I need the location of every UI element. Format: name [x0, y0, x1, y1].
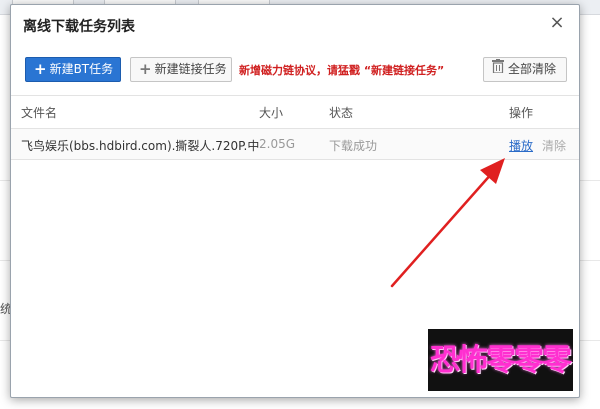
dialog-toolbar: + 新建BT任务 + 新建链接任务 新增磁力链协议，请猛戳 “新建链接任务” 全部清… [11, 57, 579, 89]
plus-icon: + [34, 60, 47, 78]
new-bt-task-button[interactable]: + 新建BT任务 [25, 57, 121, 82]
close-button[interactable]: × [549, 12, 565, 33]
watermark-text: 恐怖零零零 [430, 343, 572, 378]
row-status: 下载成功 [329, 139, 378, 153]
play-link[interactable]: 播放 [509, 137, 533, 154]
plus-icon: + [139, 60, 152, 78]
toolbar-divider [11, 95, 579, 96]
trash-icon [492, 58, 504, 81]
column-header-action: 操作 [509, 106, 534, 120]
clear-all-label: 全部清除 [508, 62, 557, 76]
close-icon: × [549, 12, 565, 33]
row-size: 2.05G [259, 137, 296, 151]
table-row: 飞鸟娱乐(bbs.hdbird.com).撕裂人.720P.中英... 2.05… [11, 129, 579, 159]
clear-all-button[interactable]: 全部清除 [483, 57, 567, 82]
row-divider [11, 159, 579, 160]
column-header-status: 状态 [329, 106, 354, 120]
row-filename: 飞鸟娱乐(bbs.hdbird.com).撕裂人.720P.中英... [21, 139, 259, 153]
remove-link[interactable]: 清除 [542, 137, 566, 154]
magnet-notice: 新增磁力链协议，请猛戳 “新建链接任务” [239, 64, 445, 77]
new-link-task-label: 新建链接任务 [154, 62, 227, 76]
column-header-size: 大小 [259, 106, 284, 120]
watermark-logo: 恐怖零零零 [428, 329, 573, 391]
column-header-filename: 文件名 [21, 106, 58, 120]
new-bt-task-label: 新建BT任务 [49, 62, 114, 76]
new-link-task-button[interactable]: + 新建链接任务 [130, 57, 232, 82]
dialog-title: 离线下载任务列表 [23, 19, 135, 35]
